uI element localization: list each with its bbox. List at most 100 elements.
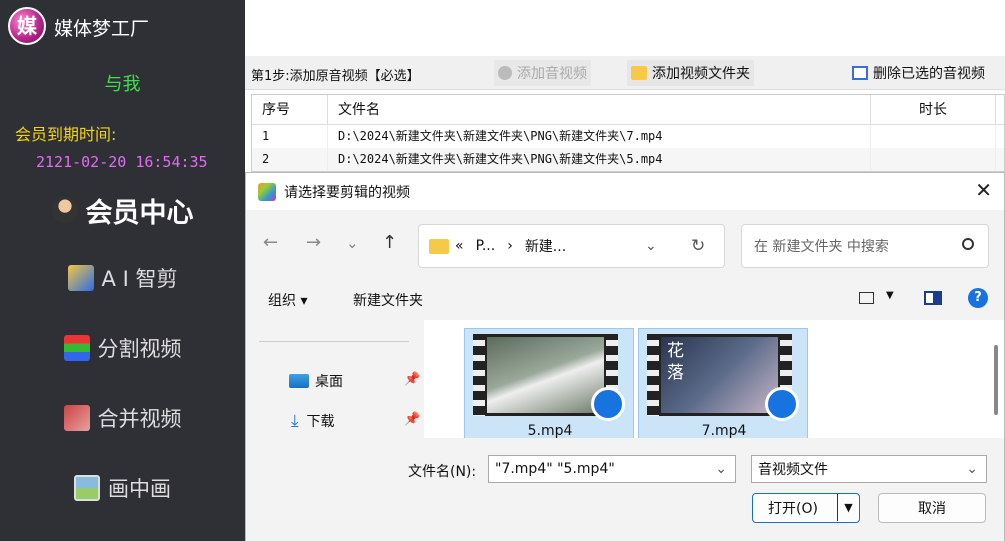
search-input[interactable]: 在 新建文件夹 中搜索 xyxy=(741,224,989,268)
cancel-label: 取消 xyxy=(918,501,946,517)
media-table: 序号 文件名 时长 1 D:\2024\新建文件夹\新建文件夹\PNG\新建文件… xyxy=(251,94,1005,172)
nav-item-downloads[interactable]: ⤓ 下载 xyxy=(291,411,335,431)
file-item[interactable]: 5.mp4 xyxy=(464,328,634,438)
search-icon xyxy=(962,238,974,250)
thumbnail-overlay-text: 花 落 xyxy=(667,341,684,383)
forward-arrow-icon[interactable]: → xyxy=(306,232,321,253)
view-mode-icon[interactable] xyxy=(859,292,874,304)
filetype-value: 音视频文件 xyxy=(758,462,828,478)
filename-input[interactable]: "7.mp4" "5.mp4" ⌄ xyxy=(488,455,736,483)
breadcrumb-parent[interactable]: P... xyxy=(476,238,496,254)
search-placeholder: 在 新建文件夹 中搜索 xyxy=(754,239,889,255)
filetype-select[interactable]: 音视频文件 ⌄ xyxy=(751,455,987,483)
ai-edit-icon xyxy=(67,265,94,291)
sidebar-item-ai-edit[interactable]: A I 智剪 xyxy=(0,253,245,303)
file-name: 7.mp4 xyxy=(701,423,747,438)
col-filename[interactable]: 文件名 xyxy=(328,95,871,124)
nav-item-desktop[interactable]: 桌面 xyxy=(289,371,343,391)
folder-add-icon xyxy=(631,66,647,80)
sidebar: 媒 媒体梦工厂 与我 会员到期时间: 2121-02-20 16:54:35 会… xyxy=(0,0,245,541)
app-small-icon xyxy=(258,182,276,201)
merge-video-icon xyxy=(63,405,90,431)
table-row[interactable]: 1 D:\2024\新建文件夹\新建文件夹\PNG\新建文件夹\7.mp4 xyxy=(252,125,1004,148)
add-media-button[interactable]: 添加音视频 xyxy=(494,60,591,86)
sidebar-item-vip-center[interactable]: 会员中心 xyxy=(0,185,245,235)
pin-icon[interactable]: 📌 xyxy=(404,412,420,427)
delete-selected-button[interactable]: 删除已选的音视频 xyxy=(848,60,989,86)
breadcrumb-separator-icon: › xyxy=(507,238,513,254)
col-index[interactable]: 序号 xyxy=(252,95,328,124)
desktop-icon xyxy=(289,374,309,388)
folder-icon xyxy=(429,238,449,254)
app-title: 媒体梦工厂 xyxy=(54,18,150,40)
cell-duration xyxy=(871,125,996,148)
chevron-down-icon[interactable]: ⌄ xyxy=(966,461,978,477)
overflow-chevrons-icon[interactable]: « xyxy=(455,238,464,254)
new-folder-button[interactable]: 新建文件夹 xyxy=(353,290,423,310)
cell-duration xyxy=(871,148,996,171)
cell-filename: D:\2024\新建文件夹\新建文件夹\PNG\新建文件夹\7.mp4 xyxy=(328,125,871,148)
refresh-icon[interactable]: ↻ xyxy=(691,236,705,256)
sidebar-item-split-video[interactable]: 分割视频 xyxy=(0,323,245,373)
breadcrumb-current[interactable]: 新建... xyxy=(525,236,566,256)
sidebar-item-label: A I 智剪 xyxy=(101,267,178,291)
file-list: 5.mp4 花 落 7.mp4 xyxy=(424,320,1004,438)
file-item[interactable]: 花 落 7.mp4 xyxy=(638,328,808,438)
filename-label: 文件名(N): xyxy=(408,464,477,480)
close-icon[interactable]: ✕ xyxy=(975,180,992,200)
sidebar-item-pip[interactable]: 画中画 xyxy=(0,463,245,513)
dialog-titlebar: 请选择要剪辑的视频 ✕ xyxy=(246,173,1004,210)
sidebar-item-label: 分割视频 xyxy=(97,337,182,361)
username: 与我 xyxy=(104,74,141,95)
help-icon[interactable]: ? xyxy=(968,288,988,308)
open-dropdown-icon[interactable]: ▼ xyxy=(837,494,859,521)
up-arrow-icon[interactable]: ↑ xyxy=(382,232,397,253)
cell-filename: D:\2024\新建文件夹\新建文件夹\PNG\新建文件夹\5.mp4 xyxy=(328,148,871,171)
open-label: 打开(O) xyxy=(768,501,818,517)
organize-button[interactable]: 组织 ▾ xyxy=(268,290,307,310)
chevron-down-icon[interactable]: ⌄ xyxy=(715,461,727,477)
sidebar-item-label: 合并视频 xyxy=(97,407,182,431)
video-player-badge-icon xyxy=(765,387,799,421)
add-folder-label: 添加视频文件夹 xyxy=(652,66,750,82)
address-dropdown-icon[interactable]: ⌄ xyxy=(645,238,657,254)
sidebar-item-label: 画中画 xyxy=(108,477,171,501)
membership-expire-date: 2121-02-20 16:54:35 xyxy=(36,153,208,171)
cell-index: 1 xyxy=(252,125,328,148)
step-label: 第1步:添加原音视频【必选】 xyxy=(251,69,420,84)
navigation-pane: 桌面 📌 ⤓ 下载 📌 xyxy=(246,320,432,438)
cancel-button[interactable]: 取消 xyxy=(878,493,986,523)
col-duration[interactable]: 时长 xyxy=(871,95,996,124)
preview-pane-icon[interactable] xyxy=(924,291,942,305)
nav-item-label: 桌面 xyxy=(315,374,343,390)
app-window: 媒 媒体梦工厂 与我 会员到期时间: 2121-02-20 16:54:35 会… xyxy=(0,0,1005,541)
open-button[interactable]: 打开(O) ▼ xyxy=(752,493,860,523)
app-logo: 媒 xyxy=(8,7,46,45)
delete-selected-label: 删除已选的音视频 xyxy=(873,66,985,82)
table-row[interactable]: 2 D:\2024\新建文件夹\新建文件夹\PNG\新建文件夹\5.mp4 xyxy=(252,148,1004,171)
recent-locations-icon[interactable]: ⌄ xyxy=(346,234,359,252)
toolbar: 第1步:添加原音视频【必选】 添加音视频 添加视频文件夹 删除已选的音视频 xyxy=(245,56,1005,90)
address-bar[interactable]: « P... › 新建... ⌄ ↻ xyxy=(418,224,725,268)
sidebar-item-label: 会员中心 xyxy=(85,197,194,229)
picture-in-picture-icon xyxy=(74,475,100,501)
filename-value: "7.mp4" "5.mp4" xyxy=(495,461,615,477)
cell-index: 2 xyxy=(252,148,328,171)
nav-divider xyxy=(259,341,409,342)
back-arrow-icon[interactable]: ← xyxy=(263,232,278,253)
vip-avatar-icon xyxy=(51,197,78,223)
navigation-bar: ← → ⌄ ↑ « P... › 新建... ⌄ ↻ 在 新建文件夹 中搜索 xyxy=(246,210,1004,278)
view-dropdown-icon[interactable]: ▼ xyxy=(886,290,894,301)
video-player-badge-icon xyxy=(591,387,625,421)
add-media-label: 添加音视频 xyxy=(517,66,587,82)
add-folder-button[interactable]: 添加视频文件夹 xyxy=(627,60,754,86)
sidebar-item-merge-video[interactable]: 合并视频 xyxy=(0,393,245,443)
pin-icon[interactable]: 📌 xyxy=(404,372,420,387)
dialog-footer: 文件名(N): "7.mp4" "5.mp4" ⌄ 音视频文件 ⌄ 打开(O) … xyxy=(246,438,1004,541)
membership-expire-label: 会员到期时间: xyxy=(15,125,117,144)
file-name: 5.mp4 xyxy=(527,423,573,438)
split-video-icon xyxy=(63,335,90,361)
dialog-title: 请选择要剪辑的视频 xyxy=(284,184,410,201)
delete-list-icon xyxy=(852,66,868,80)
file-list-scrollbar[interactable] xyxy=(994,345,998,415)
